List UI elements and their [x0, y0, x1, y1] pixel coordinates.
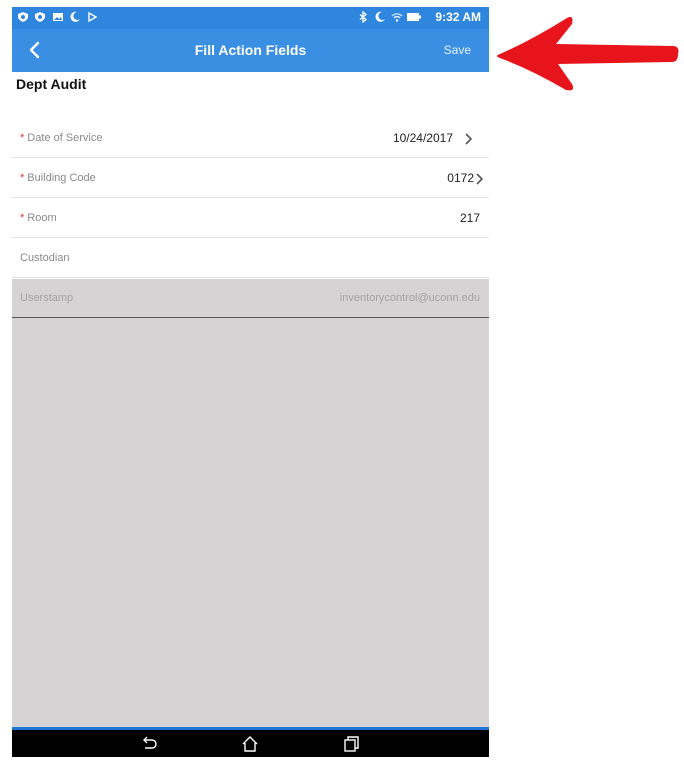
shield-icon — [18, 12, 28, 22]
field-value: 0172 — [447, 171, 474, 185]
moon-icon — [375, 11, 385, 22]
field-label: Userstamp — [20, 292, 74, 304]
empty-content-area — [12, 318, 489, 727]
shield-icon — [35, 12, 45, 22]
red-arrow-annotation — [497, 16, 679, 91]
battery-icon — [407, 13, 421, 21]
save-button[interactable]: Save — [444, 43, 471, 57]
field-room[interactable]: * Room 217 — [12, 199, 489, 238]
app-bar: Fill Action Fields Save — [12, 29, 489, 72]
home-icon[interactable] — [240, 734, 260, 754]
field-building-code[interactable]: * Building Code 0172 — [12, 159, 489, 198]
back-nav-icon[interactable] — [139, 734, 159, 754]
bluetooth-icon — [359, 11, 368, 23]
field-label: * Date of Service — [20, 132, 103, 144]
recent-apps-icon[interactable] — [342, 734, 362, 754]
required-marker: * — [20, 212, 25, 224]
form-title: Dept Audit — [16, 76, 87, 92]
device-screen: 9:32 AM Fill Action Fields Save Dept Aud… — [12, 7, 489, 757]
chevron-right-icon — [476, 173, 484, 185]
field-value: inventorycontrol@uconn.edu — [339, 292, 480, 304]
chevron-right-icon — [465, 133, 473, 145]
field-value: 10/24/2017 — [392, 131, 453, 145]
field-date-of-service[interactable]: * Date of Service 10/24/2017 — [12, 119, 489, 158]
field-label: Custodian — [20, 252, 70, 264]
image-icon — [53, 13, 63, 21]
field-label: * Room — [20, 212, 57, 224]
play-icon — [88, 11, 98, 23]
nav-bar — [12, 730, 489, 757]
field-userstamp: Userstamp inventorycontrol@uconn.edu — [12, 279, 489, 318]
required-marker: * — [20, 132, 25, 144]
field-label: * Building Code — [20, 172, 96, 184]
wifi-icon — [391, 13, 403, 22]
field-custodian[interactable]: Custodian — [12, 239, 489, 278]
status-bar: 9:32 AM — [12, 7, 489, 29]
field-value: 217 — [459, 211, 480, 225]
required-marker: * — [20, 172, 25, 184]
page-title: Fill Action Fields — [194, 42, 307, 58]
status-time: 9:32 AM — [435, 10, 481, 24]
moon-icon — [70, 11, 80, 22]
